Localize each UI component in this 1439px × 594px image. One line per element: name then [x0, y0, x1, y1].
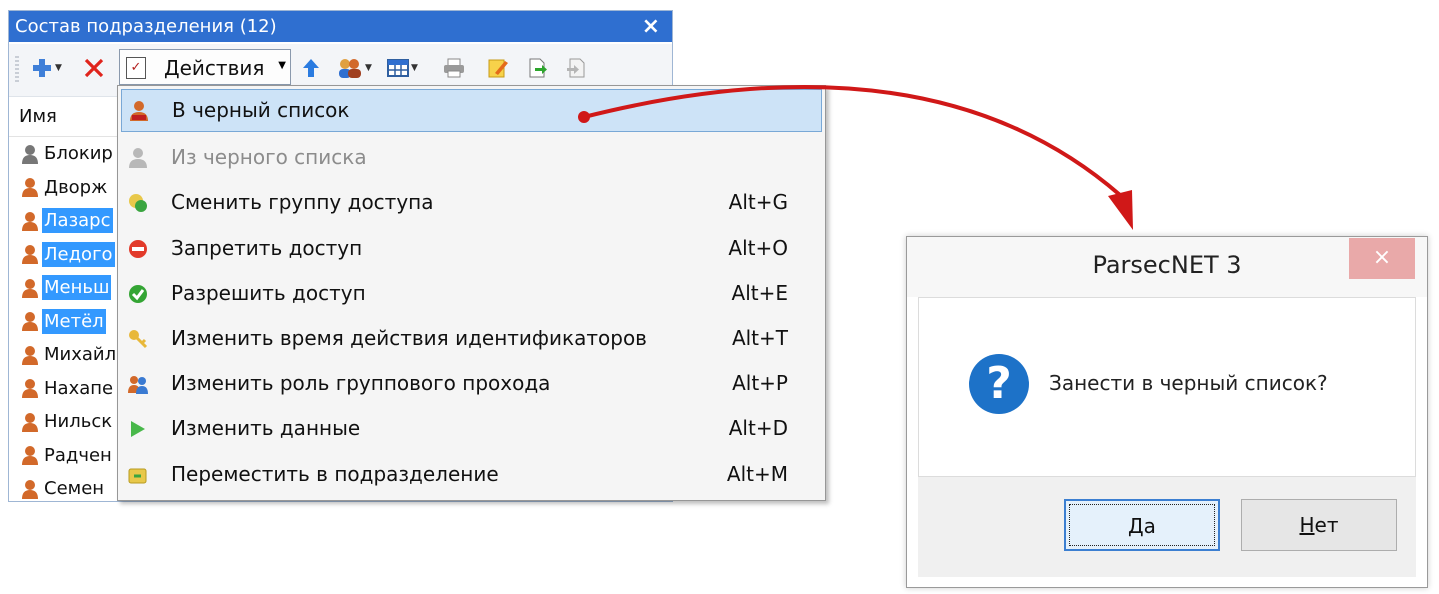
dialog-body: ? Занести в черный список? — [918, 297, 1416, 477]
yes-button[interactable]: Да — [1064, 499, 1220, 551]
confirm-dialog: ParsecNET 3 × ? Занести в черный список?… — [906, 236, 1428, 588]
dialog-message: Занести в черный список? — [1049, 371, 1328, 395]
dialog-close-button[interactable]: × — [1349, 238, 1415, 279]
dialog-titlebar: ParsecNET 3 × — [907, 237, 1427, 297]
focus-rectangle — [1069, 504, 1215, 546]
no-label-rest: ет — [1314, 513, 1339, 537]
no-mnemonic: Н — [1299, 513, 1315, 537]
no-button[interactable]: Нет — [1241, 499, 1397, 551]
dialog-footer: Да Нет — [918, 477, 1416, 577]
question-icon: ? — [969, 354, 1029, 414]
